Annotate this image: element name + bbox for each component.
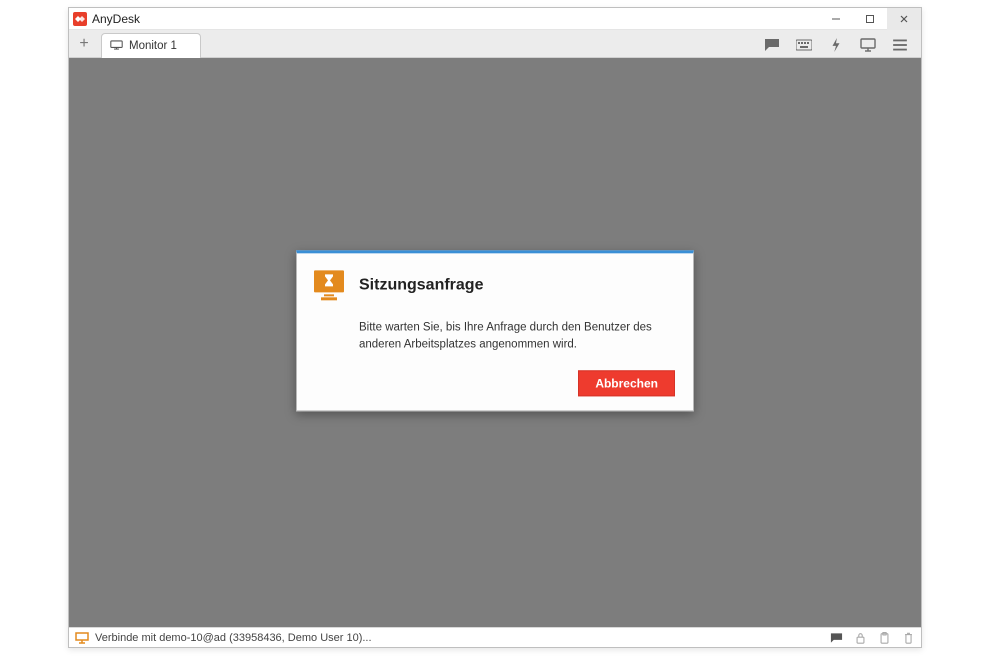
tab-label: Monitor 1 <box>129 40 177 52</box>
cancel-button[interactable]: Abbrechen <box>578 371 675 397</box>
status-chat-icon[interactable] <box>829 631 843 645</box>
display-icon[interactable] <box>859 36 877 54</box>
app-title: AnyDesk <box>92 12 140 26</box>
dialog-title: Sitzungsanfrage <box>359 276 483 294</box>
app-window: AnyDesk + Monitor 1 <box>68 7 922 648</box>
window-minimize-button[interactable] <box>819 8 853 30</box>
statusbar: Verbinde mit demo-10@ad (33958436, Demo … <box>69 627 921 647</box>
status-right-icons <box>829 631 915 645</box>
remote-viewport[interactable]: Sitzungsanfrage Bitte warten Sie, bis Ih… <box>69 58 921 627</box>
status-clipboard-icon[interactable] <box>877 631 891 645</box>
app-logo-icon <box>73 12 87 26</box>
keyboard-icon[interactable] <box>795 36 813 54</box>
monitor-icon <box>110 40 123 53</box>
status-text: Verbinde mit demo-10@ad (33958436, Demo … <box>95 632 372 644</box>
dialog-body: Bitte warten Sie, bis Ihre Anfrage durch… <box>311 319 675 352</box>
toolbar-icons <box>763 36 915 57</box>
status-trash-icon[interactable] <box>901 631 915 645</box>
status-lock-icon[interactable] <box>853 631 867 645</box>
window-close-button[interactable] <box>887 8 921 30</box>
actions-icon[interactable] <box>827 36 845 54</box>
tab-monitor-1[interactable]: Monitor 1 <box>101 33 201 58</box>
window-maximize-button[interactable] <box>853 8 887 30</box>
status-monitor-icon <box>75 632 89 644</box>
hourglass-monitor-icon <box>311 267 347 303</box>
titlebar: AnyDesk <box>69 8 921 30</box>
menu-icon[interactable] <box>891 36 909 54</box>
chat-icon[interactable] <box>763 36 781 54</box>
session-request-dialog: Sitzungsanfrage Bitte warten Sie, bis Ih… <box>296 250 694 411</box>
tabbar: + Monitor 1 <box>69 30 921 58</box>
new-tab-button[interactable]: + <box>73 34 95 54</box>
